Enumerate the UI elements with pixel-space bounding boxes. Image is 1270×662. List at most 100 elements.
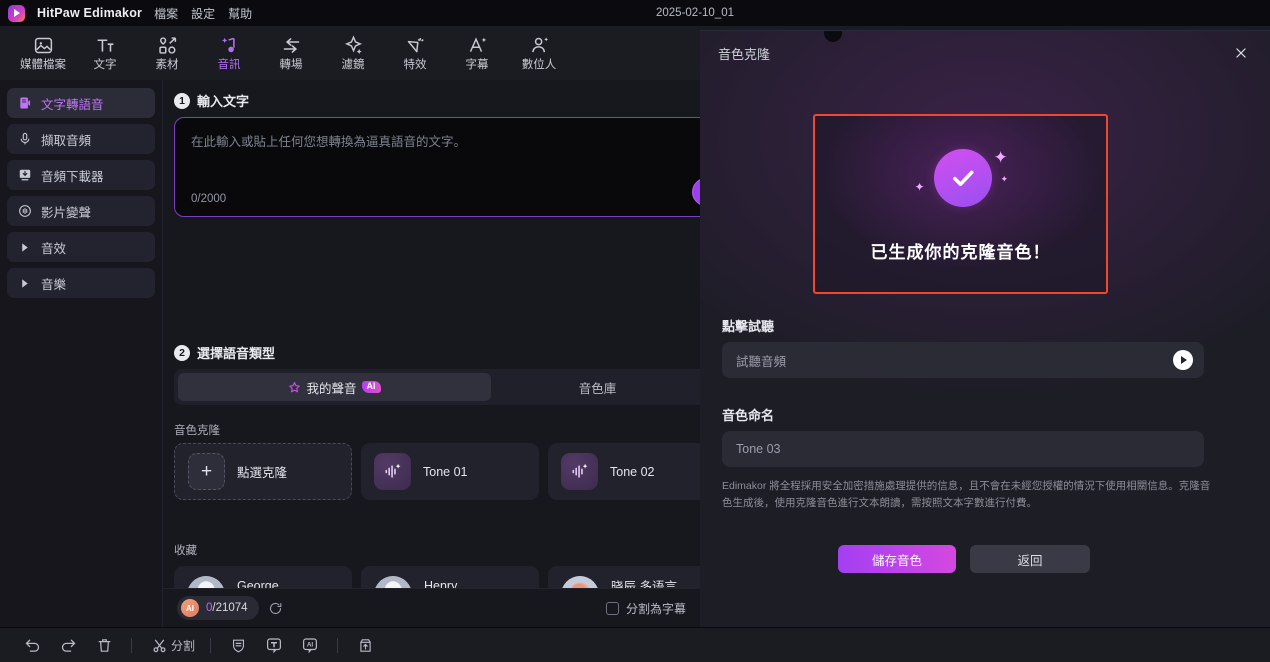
ribbon-item-filter[interactable]: 濾鏡 <box>322 27 384 79</box>
ribbon-item-transition[interactable]: 轉場 <box>260 27 322 79</box>
ribbon-label: 濾鏡 <box>341 59 365 72</box>
split-subtitle-label: 分割為字幕 <box>625 601 686 616</box>
close-icon[interactable] <box>1230 42 1252 64</box>
sparkle-icon: ✦ <box>993 148 1008 167</box>
sidebar-item-sound-effects[interactable]: 音效 <box>7 232 155 262</box>
name-section-label: 音色命名 <box>722 408 775 423</box>
ribbon-label: 素材 <box>155 59 179 72</box>
text-to-speech-icon <box>17 96 32 111</box>
ribbon-item-audio[interactable]: 音訊 <box>198 27 260 79</box>
export-icon[interactable] <box>347 628 383 662</box>
back-button[interactable]: 返回 <box>970 545 1090 573</box>
credit-pill[interactable]: AI 0/21074 <box>177 596 259 620</box>
sidebar-item-extract-audio[interactable]: 擷取音頻 <box>7 124 155 154</box>
text-tt-icon <box>95 34 116 56</box>
menu-item-file[interactable]: 檔案 <box>154 5 178 22</box>
ribbon-item-effects[interactable]: 特效 <box>384 27 446 79</box>
ai-credit-icon: AI <box>181 599 199 617</box>
mask-icon[interactable] <box>220 628 256 662</box>
filter-sparkle-icon <box>343 34 364 56</box>
ribbon-item-media[interactable]: 媒體檔案 <box>12 27 74 79</box>
app-title: HitPaw Edimakor <box>37 6 143 20</box>
sidebar-item-voice-changer[interactable]: 影片變聲 <box>7 196 155 226</box>
tts-panel-footer: AI 0/21074 分割為字幕 <box>163 588 700 627</box>
dialog-header: 音色克隆 <box>700 31 1270 75</box>
credit-counter: 0/21074 <box>206 602 248 614</box>
tab-my-voices[interactable]: 我的聲音 AI <box>178 373 491 401</box>
toolbar-divider <box>210 637 212 653</box>
undo-icon[interactable] <box>14 628 50 662</box>
voice-type-tabs: 我的聲音 AI 音色庫 <box>174 369 700 405</box>
sidebar-item-text-to-speech[interactable]: 文字轉語音 <box>7 88 155 118</box>
voice-changer-icon <box>17 204 32 219</box>
split-subtitle-checkbox-group[interactable]: 分割為字幕 <box>605 600 686 617</box>
sidebar-item-label: 音頻下載器 <box>41 169 104 184</box>
sidebar-item-music[interactable]: 音樂 <box>7 268 155 298</box>
preview-audio-field[interactable]: 試聽音頻 <box>722 342 1204 378</box>
caption-a-icon <box>467 34 488 56</box>
ribbon-label: 字幕 <box>465 59 489 72</box>
dialog-action-buttons: 儲存音色 返回 <box>838 545 1090 573</box>
preview-audio-placeholder: 試聽音頻 <box>736 354 787 369</box>
transition-arrows-icon <box>281 34 302 56</box>
sparkle-icon: ✦ <box>914 180 925 194</box>
clone-card-name: Tone 02 <box>610 464 655 479</box>
tab-my-voices-label: 我的聲音 <box>306 381 357 396</box>
step-2-number: 2 <box>174 344 190 361</box>
clone-success-message: 已生成你的克隆音色！ <box>870 243 1051 262</box>
sidebar-item-label: 影片變聲 <box>41 205 92 220</box>
step-1-title: 輸入文字 <box>197 94 250 109</box>
audio-note-icon <box>219 34 240 56</box>
tab-voice-library-label: 音色庫 <box>578 381 617 396</box>
sidebar-item-label: 音效 <box>41 241 67 256</box>
character-counter: 0/2000 <box>191 193 227 205</box>
text-box-icon[interactable] <box>256 628 292 662</box>
generate-button[interactable] <box>692 178 700 206</box>
clone-card-name: Tone 01 <box>423 464 468 479</box>
clone-success-banner: ✦ ✦ ✦ 已生成你的克隆音色！ <box>813 114 1108 294</box>
ribbon-item-digital-human[interactable]: 數位人 <box>508 27 570 79</box>
step-1-number: 1 <box>174 92 190 109</box>
clone-add-card[interactable]: + 點選克隆 <box>174 443 352 500</box>
toolbar-divider <box>337 637 339 653</box>
split-subtitle-checkbox[interactable] <box>605 601 619 615</box>
title-bar: HitPaw Edimakor 檔案 設定 幫助 2025-02-10_01 <box>0 0 1270 26</box>
effects-magic-icon <box>405 34 426 56</box>
dialog-title: 音色克隆 <box>718 46 771 62</box>
ribbon-item-text[interactable]: 文字 <box>74 27 136 79</box>
svg-text:AI: AI <box>307 642 314 649</box>
stickers-icon <box>157 34 178 56</box>
tts-text-placeholder: 在此輸入或貼上任何您想轉換為逼真語音的文字。 <box>191 135 467 149</box>
download-audio-icon <box>17 168 32 183</box>
audio-sidebar: 文字轉語音 擷取音頻 音頻下載器 影片變聲 音效 音樂 <box>0 80 163 627</box>
tab-voice-library[interactable]: 音色庫 <box>491 373 700 401</box>
menu-item-settings[interactable]: 設定 <box>191 5 215 22</box>
clone-add-label: 點選克隆 <box>237 466 288 480</box>
menu-bar: 檔案 設定 幫助 <box>154 5 252 22</box>
ribbon-item-caption[interactable]: 字幕 <box>446 27 508 79</box>
favorites-group-label: 收藏 <box>174 545 197 557</box>
dialog-privacy-note: Edimakor 將全程採用安全加密措施處理提供的信息，且不會在未經您授權的情況… <box>722 480 1211 509</box>
credit-total: /21074 <box>212 602 248 614</box>
ai-badge: AI <box>361 380 381 394</box>
step-2-title: 選擇語音類型 <box>197 346 276 361</box>
redo-icon[interactable] <box>50 628 86 662</box>
clone-card-tone-01[interactable]: Tone 01 <box>361 443 539 500</box>
ribbon-label: 文字 <box>93 59 117 72</box>
play-icon[interactable] <box>1173 350 1193 370</box>
voice-name-input[interactable]: Tone 03 <box>722 431 1204 467</box>
menu-item-help[interactable]: 幫助 <box>228 5 252 22</box>
sidebar-item-audio-downloader[interactable]: 音頻下載器 <box>7 160 155 190</box>
hitpaw-logo-icon <box>8 4 25 22</box>
sidebar-item-label: 文字轉語音 <box>41 97 104 112</box>
ai-box-icon[interactable]: AI <box>292 628 328 662</box>
media-image-icon <box>33 34 54 56</box>
ribbon-item-stickers[interactable]: 素材 <box>136 27 198 79</box>
clone-card-tone-02[interactable]: Tone 02 <box>548 443 700 500</box>
clone-card-row: + 點選克隆 Tone 01 Tone 02 <box>174 443 700 500</box>
trash-icon[interactable] <box>86 628 122 662</box>
save-voice-button[interactable]: 儲存音色 <box>838 545 956 573</box>
clone-group-label: 音色克隆 <box>174 425 220 437</box>
refresh-icon[interactable] <box>268 601 283 616</box>
tts-text-input[interactable]: 在此輸入或貼上任何您想轉換為逼真語音的文字。 0/2000 <box>174 117 700 217</box>
